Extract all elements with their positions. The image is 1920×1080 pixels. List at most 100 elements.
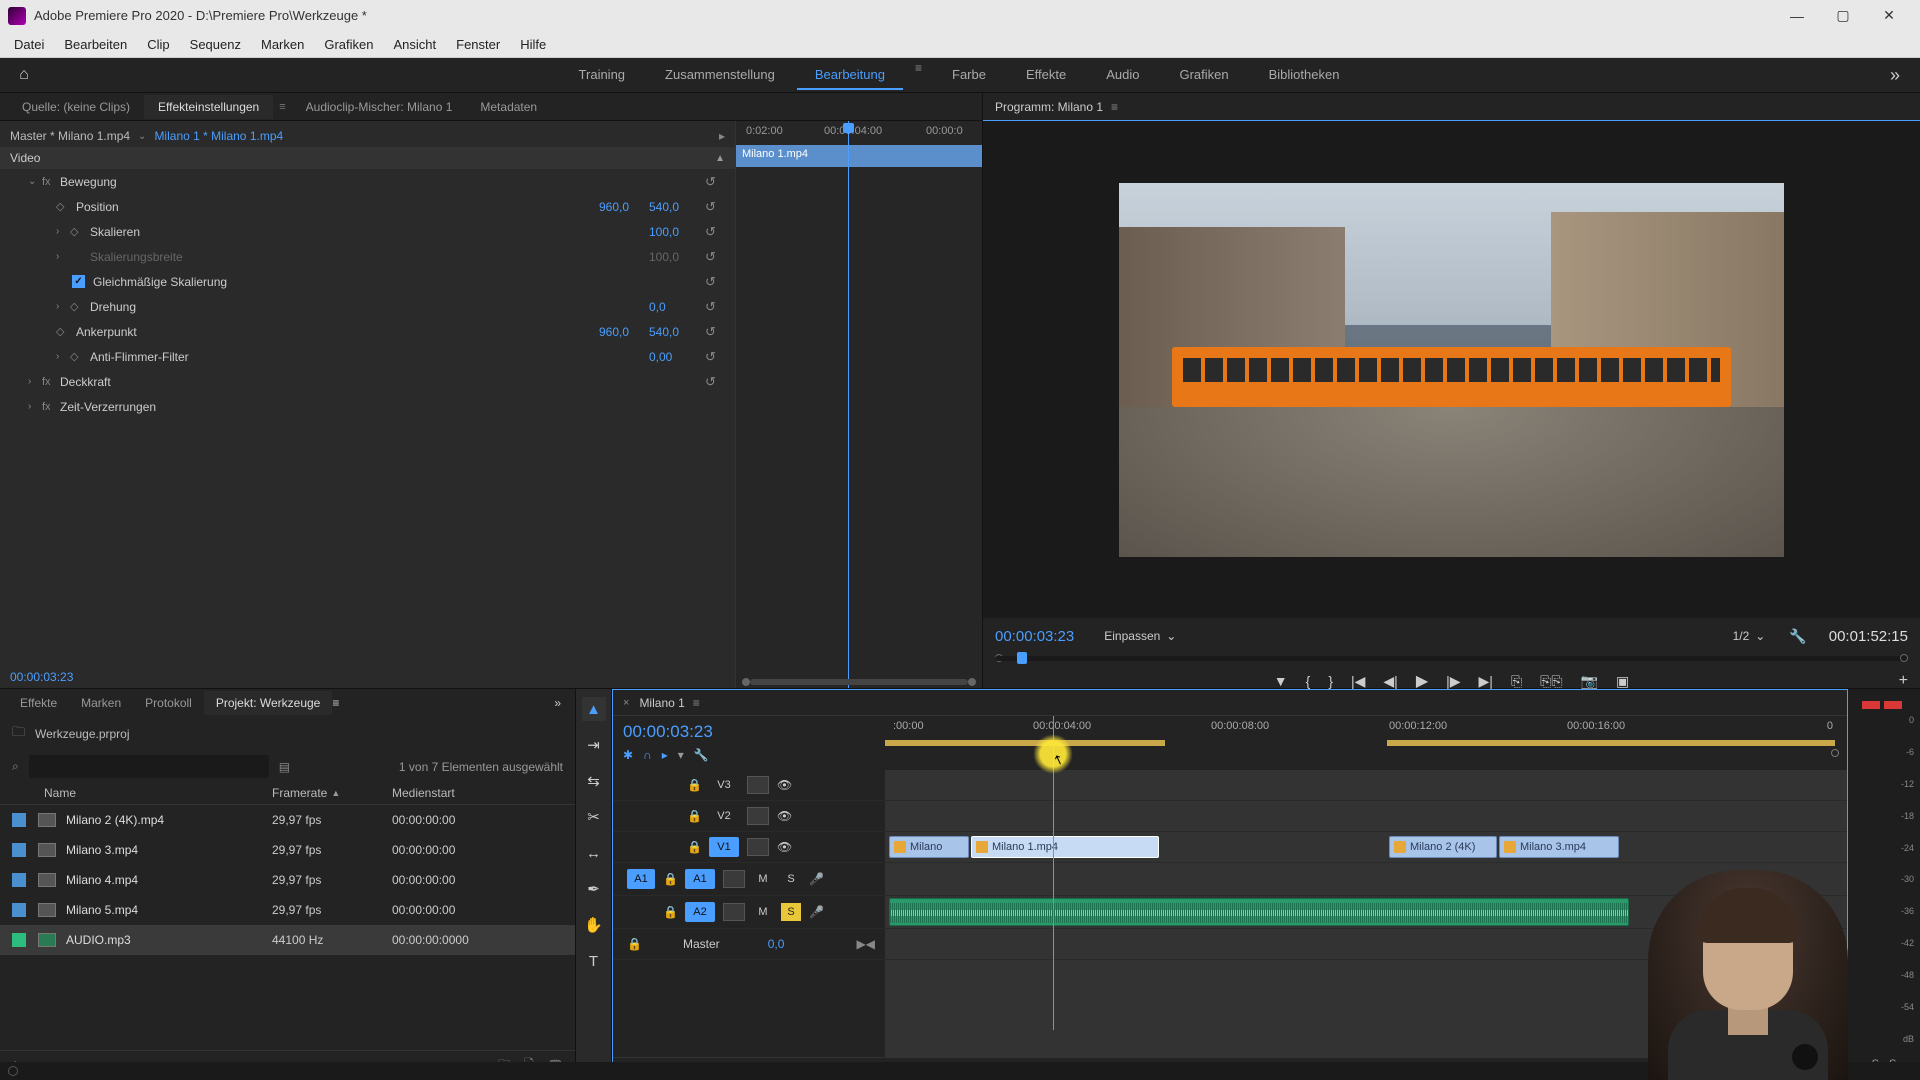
fx-zeitverzerrung[interactable]: ›fx Zeit-Verzerrungen [0, 394, 735, 419]
rotation-value[interactable]: 0,0 [649, 300, 699, 314]
project-item[interactable]: Milano 3.mp429,97 fps00:00:00:00 [0, 835, 575, 865]
mute-button[interactable]: M [753, 903, 773, 921]
workspace-grafiken[interactable]: Grafiken [1161, 61, 1246, 90]
eye-icon[interactable]: 👁 [777, 809, 792, 823]
tab-effekte[interactable]: Effekte [8, 691, 69, 715]
workspace-effekte[interactable]: Effekte [1008, 61, 1084, 90]
position-x[interactable]: 960,0 [599, 200, 649, 214]
work-area-bar[interactable] [885, 740, 1165, 746]
effect-zoom-scroll[interactable] [736, 676, 982, 688]
marker-icon[interactable]: ▸ [662, 748, 668, 762]
close-button[interactable]: ✕ [1866, 0, 1912, 31]
eye-icon[interactable]: 👁 [777, 778, 792, 792]
lock-icon[interactable]: 🔒 [687, 840, 701, 854]
lock-icon[interactable]: 🔒 [687, 778, 701, 792]
settings-icon[interactable]: ▾ [678, 748, 684, 762]
anchor-y[interactable]: 540,0 [649, 325, 699, 339]
effect-playhead[interactable] [848, 121, 849, 688]
tab-effekteinstellungen[interactable]: Effekteinstellungen [144, 95, 273, 119]
anchor-x[interactable]: 960,0 [599, 325, 649, 339]
scale-value[interactable]: 100,0 [649, 225, 699, 239]
program-video-area[interactable] [983, 121, 1920, 618]
menu-clip[interactable]: Clip [137, 34, 179, 55]
reset-icon[interactable]: ↺ [705, 174, 725, 190]
effect-timeline[interactable]: 0:02:00 00:00:04:00 00:00:0 Milano 1.mp4 [735, 121, 982, 688]
work-area-bar[interactable] [1387, 740, 1835, 746]
voiceover-icon[interactable]: 🎤 [809, 905, 824, 919]
effect-timecode[interactable]: 00:00:03:23 [10, 670, 73, 684]
bin-icon[interactable]: 🗀 [12, 723, 25, 745]
toggle-output-icon[interactable] [747, 776, 769, 794]
eye-icon[interactable]: 👁 [777, 840, 792, 854]
stopwatch-icon[interactable]: ◇ [70, 225, 86, 238]
step-fwd-icon[interactable]: |▶ [1446, 673, 1460, 690]
reset-icon[interactable]: ↺ [705, 249, 725, 265]
timeline-ruler[interactable]: :00:00 00:00:04:00 00:00:08:00 00:00:12:… [885, 716, 1847, 740]
play-only-icon[interactable]: ▸ [719, 129, 725, 143]
jump-icon[interactable]: ▶◀ [857, 937, 875, 951]
reset-icon[interactable]: ↺ [705, 374, 725, 390]
header-framerate[interactable]: Framerate▲ [272, 786, 392, 800]
lock-icon[interactable]: 🔒 [663, 872, 677, 886]
razor-tool-icon[interactable]: ✂ [582, 805, 606, 829]
video-clip[interactable]: Milano 2 (4K) [1389, 836, 1497, 858]
home-icon[interactable]: ⌂ [10, 64, 38, 86]
checkbox-checked-icon[interactable]: ✓ [72, 275, 85, 288]
chevron-down-icon[interactable]: ⌄ [138, 131, 146, 142]
lock-icon[interactable]: 🔒 [663, 905, 677, 919]
storyboard-icon[interactable]: ▤ [279, 760, 290, 774]
stopwatch-icon[interactable]: ◇ [70, 350, 86, 363]
go-to-out-icon[interactable]: ▶| [1479, 673, 1493, 690]
reset-icon[interactable]: ↺ [705, 349, 725, 365]
menu-ansicht[interactable]: Ansicht [383, 34, 446, 55]
resolution-dropdown[interactable]: 1/2⌄ [1733, 629, 1766, 643]
track-v3-header[interactable]: 🔒V3👁 [613, 770, 885, 801]
playhead-marker[interactable] [1017, 652, 1027, 664]
fx-deckkraft[interactable]: ›fx Deckkraft ↺ [0, 369, 735, 394]
program-timecode[interactable]: 00:00:03:23 [995, 628, 1074, 645]
compare-icon[interactable]: ▣ [1616, 673, 1629, 690]
button-editor-icon[interactable]: + [1899, 672, 1908, 690]
mute-button[interactable]: M [753, 870, 773, 888]
sequence-name[interactable]: Milano 1 [639, 696, 684, 710]
tab-metadaten[interactable]: Metadaten [466, 95, 551, 119]
close-sequence-icon[interactable]: × [623, 697, 629, 709]
position-y[interactable]: 540,0 [649, 200, 699, 214]
master-volume[interactable]: 0,0 [768, 937, 785, 951]
panel-menu-icon[interactable]: ≡ [332, 696, 339, 710]
tab-quelle[interactable]: Quelle: (keine Clips) [8, 95, 144, 119]
stopwatch-icon[interactable]: ◇ [70, 300, 86, 313]
toggle-output-icon[interactable] [747, 838, 769, 856]
linked-selection-icon[interactable]: ∩ [643, 748, 652, 762]
track-v2-header[interactable]: 🔒V2👁 [613, 801, 885, 832]
workspace-bibliotheken[interactable]: Bibliotheken [1251, 61, 1358, 90]
collapse-icon[interactable]: ▲ [715, 153, 725, 164]
menu-datei[interactable]: Datei [4, 34, 54, 55]
workspace-menu-icon[interactable]: ≡ [907, 61, 930, 90]
reset-icon[interactable]: ↺ [705, 224, 725, 240]
timeline-ruler-area[interactable]: :00:00 00:00:04:00 00:00:08:00 00:00:12:… [885, 716, 1847, 770]
track-select-tool-icon[interactable]: ⇥ [582, 733, 606, 757]
reset-icon[interactable]: ↺ [705, 299, 725, 315]
tab-audioclip-mischer[interactable]: Audioclip-Mischer: Milano 1 [292, 95, 467, 119]
tab-marken[interactable]: Marken [69, 691, 133, 715]
project-item[interactable]: Milano 2 (4K).mp429,97 fps00:00:00:00 [0, 805, 575, 835]
tab-projekt[interactable]: Projekt: Werkzeuge [204, 691, 333, 715]
add-marker-icon[interactable]: ▼ [1274, 673, 1288, 689]
snap-icon[interactable]: ✱ [623, 748, 633, 762]
workspace-audio[interactable]: Audio [1088, 61, 1157, 90]
toggle-output-icon[interactable] [747, 807, 769, 825]
fx-bewegung[interactable]: ⌄fx Bewegung ↺ [0, 169, 735, 194]
menu-marken[interactable]: Marken [251, 34, 314, 55]
solo-button[interactable]: S [781, 903, 801, 921]
pen-tool-icon[interactable]: ✒ [582, 877, 606, 901]
lock-icon[interactable]: 🔒 [627, 937, 641, 951]
timeline-timecode[interactable]: 00:00:03:23 [623, 722, 875, 742]
hand-tool-icon[interactable]: ✋ [582, 913, 606, 937]
step-back-icon[interactable]: ◀| [1383, 673, 1397, 690]
effect-ruler[interactable]: 0:02:00 00:00:04:00 00:00:0 [736, 121, 982, 145]
extract-icon[interactable]: ⎘⎘ [1540, 673, 1562, 690]
prop-gleichmaessig[interactable]: ✓ Gleichmäßige Skalierung ↺ [0, 269, 735, 294]
menu-sequenz[interactable]: Sequenz [180, 34, 251, 55]
workspace-training[interactable]: Training [561, 61, 643, 90]
